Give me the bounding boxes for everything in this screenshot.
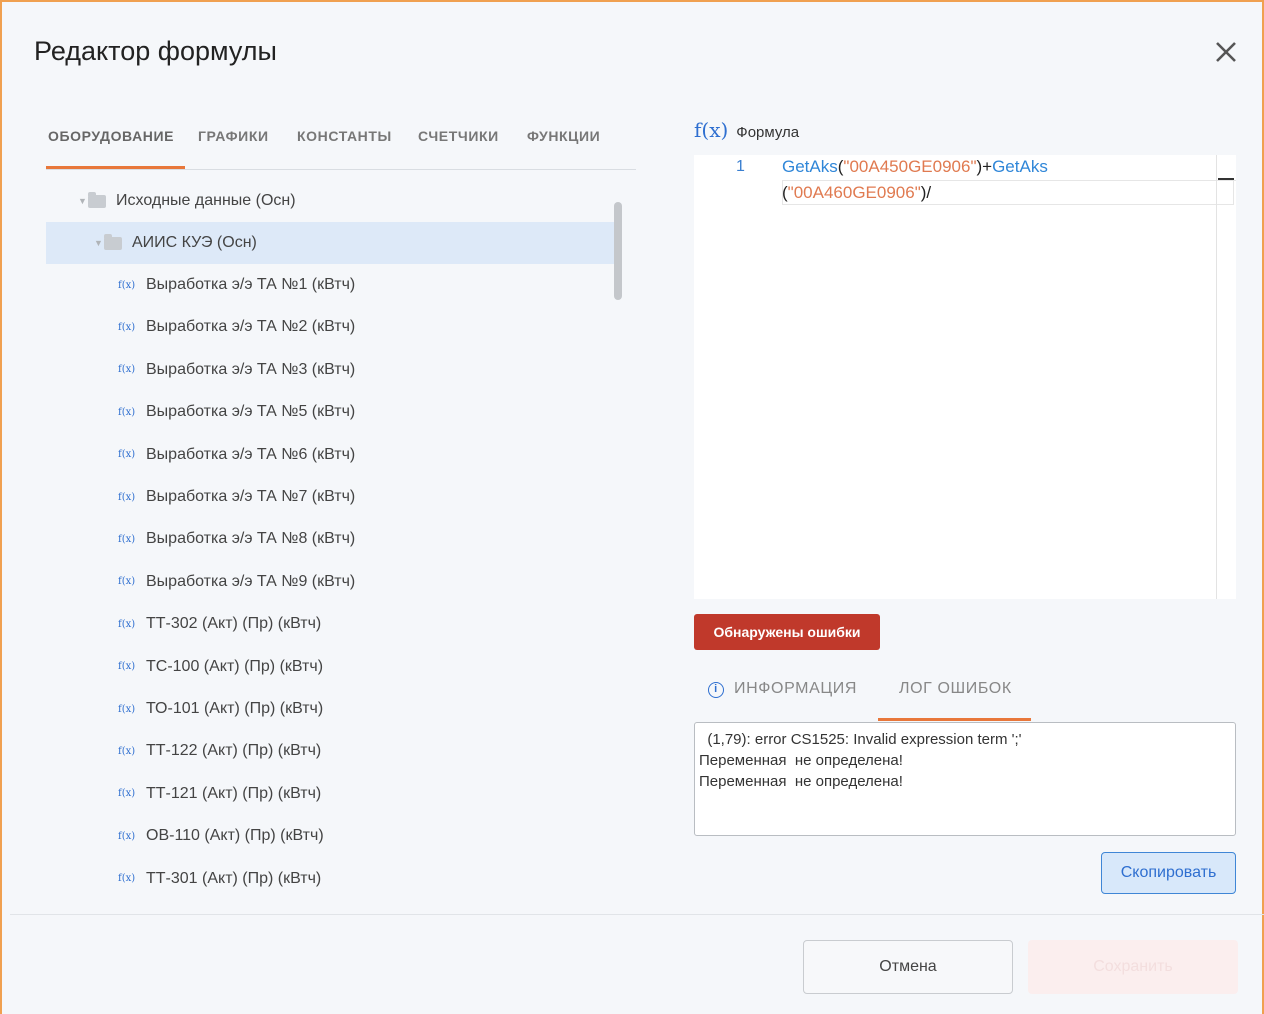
tree-item-label: Выработка э/э ТА №7 (кВтч) bbox=[146, 488, 356, 505]
tree-item-label: ОВ-110 (Акт) (Пр) (кВтч) bbox=[146, 827, 324, 845]
errors-detected-badge: Обнаружены ошибки bbox=[694, 614, 880, 650]
copy-button[interactable]: Скопировать bbox=[1101, 852, 1236, 894]
tree-item[interactable]: f(x) ТТ-122 (Акт) (Пр) (кВтч) bbox=[46, 730, 616, 772]
error-log-output[interactable]: (1,79): error CS1525: Invalid expression… bbox=[694, 722, 1236, 836]
tree-item[interactable]: f(x) Выработка э/э ТА №5 (кВтч) bbox=[46, 391, 616, 433]
log-line: Переменная не определена! bbox=[699, 773, 903, 790]
tree-item[interactable]: f(x) Выработка э/э ТА №9 (кВтч) bbox=[46, 561, 616, 603]
function-icon: f(x) bbox=[118, 661, 136, 673]
tree-item[interactable]: f(x) Выработка э/э ТА №1 (кВтч) bbox=[46, 264, 616, 306]
function-icon: f(x) bbox=[118, 533, 136, 545]
function-icon: f(x) bbox=[118, 703, 136, 715]
formula-editor-dialog: Редактор формулы ОБОРУДОВАНИЕ ГРАФИКИ КО… bbox=[0, 0, 1264, 1014]
tab-constants[interactable]: КОНСТАНТЫ bbox=[297, 128, 392, 144]
info-icon: i bbox=[708, 682, 724, 698]
tab-functions[interactable]: ФУНКЦИИ bbox=[527, 128, 600, 144]
tree-item-label: ТТ-301 (Акт) (Пр) (кВтч) bbox=[146, 869, 322, 887]
tree-item-label: ТТ-121 (Акт) (Пр) (кВтч) bbox=[146, 784, 322, 802]
tree-item[interactable]: f(x) ТТ-301 (Акт) (Пр) (кВтч) bbox=[46, 858, 616, 900]
line-number: 1 bbox=[736, 158, 745, 175]
tab-charts[interactable]: ГРАФИКИ bbox=[198, 128, 269, 144]
editor-margin-line bbox=[1216, 155, 1217, 599]
tree-item[interactable]: f(x) Выработка э/э ТА №3 (кВтч) bbox=[46, 349, 616, 391]
output-tabs: i ИНФОРМАЦИЯ ЛОГ ОШИБОК bbox=[694, 672, 1236, 722]
caret-down-icon[interactable]: ▼ bbox=[94, 238, 104, 248]
tree-folder-label: АИИС КУЭ (Осн) bbox=[132, 234, 257, 251]
tree-item[interactable]: f(x) ОВ-110 (Акт) (Пр) (кВтч) bbox=[46, 815, 616, 857]
cancel-button[interactable]: Отмена bbox=[803, 940, 1013, 994]
code-punct: )+ bbox=[976, 157, 993, 176]
category-tabs: ОБОРУДОВАНИЕ ГРАФИКИ КОНСТАНТЫ СЧЕТЧИКИ … bbox=[46, 112, 636, 170]
function-icon: f(x) bbox=[118, 873, 136, 885]
function-icon: f(x) bbox=[118, 788, 136, 800]
save-button[interactable]: Сохранить bbox=[1028, 940, 1238, 994]
save-button-label: Сохранить bbox=[1093, 958, 1173, 975]
function-icon: f(x) bbox=[118, 491, 136, 503]
tree-folder-label: Исходные данные (Осн) bbox=[116, 192, 296, 209]
equipment-tree: ▼ Исходные данные (Осн) ▼ АИИС КУЭ (Осн)… bbox=[46, 180, 626, 900]
tab-equipment[interactable]: ОБОРУДОВАНИЕ bbox=[48, 128, 174, 144]
function-icon: f(x) bbox=[118, 830, 136, 842]
formula-editor[interactable] bbox=[694, 155, 1236, 599]
tab-information-label: ИНФОРМАЦИЯ bbox=[734, 680, 858, 697]
tree-scrollbar[interactable] bbox=[614, 202, 622, 300]
tree-item-label: Выработка э/э ТА №1 (кВтч) bbox=[146, 276, 356, 293]
tree-item[interactable]: f(x) ТТ-121 (Акт) (Пр) (кВтч) bbox=[46, 773, 616, 815]
tree-item[interactable]: f(x) Выработка э/э ТА №2 (кВтч) bbox=[46, 306, 616, 348]
tree-item-label: Выработка э/э ТА №9 (кВтч) bbox=[146, 572, 356, 590]
tree-item-label: Выработка э/э ТА №6 (кВтч) bbox=[146, 445, 356, 463]
log-line: Переменная не определена! bbox=[699, 752, 903, 769]
tree-item-label: Выработка э/э ТА №8 (кВтч) bbox=[146, 530, 356, 548]
code-punct: )/ bbox=[920, 183, 932, 202]
code-function: GetAks bbox=[992, 157, 1048, 176]
tab-information[interactable]: i ИНФОРМАЦИЯ bbox=[708, 680, 857, 698]
function-icon: f(x) bbox=[118, 618, 136, 630]
tab-counters[interactable]: СЧЕТЧИКИ bbox=[418, 128, 499, 144]
tree-item-label: Выработка э/э ТА №5 (кВтч) bbox=[146, 403, 356, 421]
tree-item[interactable]: f(x) Выработка э/э ТА №8 (кВтч) bbox=[46, 518, 616, 560]
tree-item-label: ТТ-302 (Акт) (Пр) (кВтч) bbox=[146, 615, 322, 633]
tree-item[interactable]: f(x) ТТ-302 (Акт) (Пр) (кВтч) bbox=[46, 603, 616, 645]
function-icon: f(x) bbox=[118, 364, 136, 376]
tree-folder-source-data[interactable]: ▼ Исходные данные (Осн) bbox=[46, 180, 616, 222]
editor-cursor bbox=[1218, 178, 1234, 180]
code-function: GetAks bbox=[782, 157, 838, 176]
function-icon: f(x) bbox=[118, 449, 136, 461]
code-string: "00A450GE0906" bbox=[843, 157, 977, 176]
log-line: (1,79): error CS1525: Invalid expression… bbox=[699, 731, 1022, 748]
code-line-1[interactable]: GetAks("00A450GE0906")+GetAks bbox=[782, 157, 1048, 177]
footer-divider bbox=[10, 914, 1264, 915]
tree-item[interactable]: f(x) Выработка э/э ТА №6 (кВтч) bbox=[46, 434, 616, 476]
formula-label: Формула bbox=[736, 124, 800, 141]
tree-item[interactable]: f(x) Выработка э/э ТА №7 (кВтч) bbox=[46, 476, 616, 518]
function-icon: f(x) bbox=[694, 118, 729, 142]
tree-item-label: ТТ-122 (Акт) (Пр) (кВтч) bbox=[146, 742, 322, 760]
dialog-title: Редактор формулы bbox=[34, 36, 277, 66]
tree-item-label: ТС-100 (Акт) (Пр) (кВтч) bbox=[146, 657, 324, 675]
function-icon: f(x) bbox=[118, 279, 136, 291]
tree-item[interactable]: f(x) ТС-100 (Акт) (Пр) (кВтч) bbox=[46, 646, 616, 688]
tree-item[interactable]: f(x) ТО-101 (Акт) (Пр) (кВтч) bbox=[46, 688, 616, 730]
function-icon: f(x) bbox=[118, 745, 136, 757]
formula-header: f(x) Формула bbox=[694, 118, 799, 142]
code-line-2[interactable]: ("00A460GE0906")/ bbox=[782, 183, 931, 203]
tree-item-label: Выработка э/э ТА №2 (кВтч) bbox=[146, 318, 356, 336]
tab-error-log[interactable]: ЛОГ ОШИБОК bbox=[899, 680, 1012, 698]
code-string: "00A460GE0906" bbox=[787, 183, 921, 202]
tree-item-label: Выработка э/э ТА №3 (кВтч) bbox=[146, 360, 356, 378]
close-button[interactable] bbox=[1210, 36, 1242, 68]
active-subtab-indicator bbox=[878, 718, 1031, 721]
tree-item-label: ТО-101 (Акт) (Пр) (кВтч) bbox=[146, 700, 324, 717]
folder-icon bbox=[88, 191, 106, 208]
function-icon: f(x) bbox=[118, 406, 136, 418]
folder-icon bbox=[104, 233, 122, 250]
caret-down-icon[interactable]: ▼ bbox=[78, 196, 88, 206]
active-tab-indicator bbox=[46, 166, 185, 169]
tree-folder-aiis[interactable]: ▼ АИИС КУЭ (Осн) bbox=[46, 222, 616, 264]
function-icon: f(x) bbox=[118, 321, 136, 333]
close-icon bbox=[1216, 42, 1236, 62]
function-icon: f(x) bbox=[118, 576, 136, 588]
